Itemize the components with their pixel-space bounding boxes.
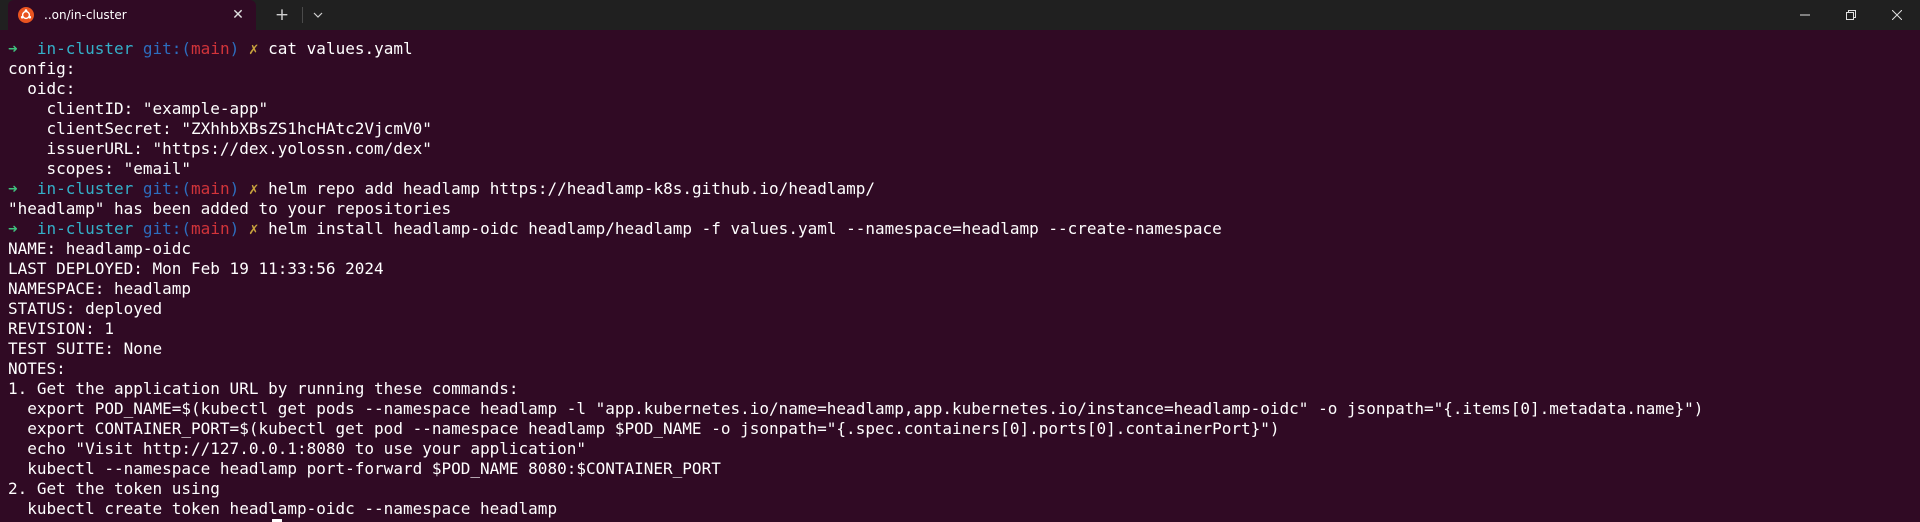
output-line: oidc: <box>8 79 76 98</box>
prompt-git-close: ) <box>229 219 240 238</box>
prompt-line: ➜ in-cluster git:(main) ✗ helm install h… <box>8 219 1920 239</box>
prompt-dir: in-cluster <box>36 219 134 238</box>
command-text: cat values.yaml <box>268 39 413 58</box>
output-line: export CONTAINER_PORT=$(kubectl get pod … <box>8 419 1280 438</box>
output-line: export POD_NAME=$(kubectl get pods --nam… <box>8 399 1704 418</box>
output-line: NAMESPACE: headlamp <box>8 279 192 298</box>
output-line: REVISION: 1 <box>8 319 114 338</box>
output-line: config: <box>8 59 76 78</box>
prompt-branch: main <box>191 39 230 58</box>
prompt-arrow: ➜ <box>8 219 18 238</box>
output-line: clientSecret: "ZXhhbXBsZS1hcHAtc2VjcmV0" <box>8 119 432 138</box>
chevron-down-icon[interactable] <box>303 0 333 30</box>
minimize-icon[interactable] <box>1782 0 1828 30</box>
terminal-tab[interactable]: ..on/in-cluster ✕ <box>8 0 256 30</box>
prompt-dir: in-cluster <box>36 39 134 58</box>
prompt-dirty: ✗ <box>248 179 259 198</box>
prompt-line: ➜ in-cluster git:(main) ✗ cat values.yam… <box>8 39 1920 59</box>
output-line: issuerURL: "https://dex.yolossn.com/dex" <box>8 139 432 158</box>
close-icon[interactable] <box>1874 0 1920 30</box>
command-text: helm install headlamp-oidc headlamp/head… <box>268 219 1222 238</box>
output-line: "headlamp" has been added to your reposi… <box>8 199 452 218</box>
output-line: kubectl --namespace headlamp port-forwar… <box>8 459 721 478</box>
output-line: echo "Visit http://127.0.0.1:8080 to use… <box>8 439 586 458</box>
tab-title: ..on/in-cluster <box>44 8 127 22</box>
output-line: TEST SUITE: None <box>8 339 163 358</box>
output-line: NOTES: <box>8 359 66 378</box>
prompt-git: git:( <box>142 179 192 198</box>
command-text: helm repo add headlamp https://headlamp-… <box>268 179 876 198</box>
prompt-git-close: ) <box>229 179 240 198</box>
prompt-arrow: ➜ <box>8 179 18 198</box>
new-tab-button[interactable]: + <box>262 0 302 30</box>
prompt-git: git:( <box>142 219 192 238</box>
window-controls <box>1782 0 1920 30</box>
close-tab-icon[interactable]: ✕ <box>230 7 246 23</box>
output-line: LAST DEPLOYED: Mon Feb 19 11:33:56 2024 <box>8 259 384 278</box>
prompt-dirty: ✗ <box>248 219 259 238</box>
output-line: clientID: "example-app" <box>8 99 269 118</box>
prompt-branch: main <box>191 179 230 198</box>
output-line: 2. Get the token using <box>8 479 220 498</box>
prompt-dirty: ✗ <box>248 39 259 58</box>
output-line: STATUS: deployed <box>8 299 163 318</box>
prompt-line: ➜ in-cluster git:(main) ✗ helm repo add … <box>8 179 1920 199</box>
output-line: scopes: "email" <box>8 159 192 178</box>
prompt-arrow: ➜ <box>8 39 18 58</box>
output-line: kubectl create token headlamp-oidc --nam… <box>8 499 558 518</box>
maximize-icon[interactable] <box>1828 0 1874 30</box>
output-line: 1. Get the application URL by running th… <box>8 379 519 398</box>
terminal-output[interactable]: ➜ in-cluster git:(main) ✗ cat values.yam… <box>8 39 1920 522</box>
prompt-dir: in-cluster <box>36 179 134 198</box>
output-line: NAME: headlamp-oidc <box>8 239 192 258</box>
ubuntu-icon <box>18 7 34 23</box>
title-bar: ..on/in-cluster ✕ + <box>0 0 1920 30</box>
prompt-git: git:( <box>142 39 192 58</box>
prompt-branch: main <box>191 219 230 238</box>
prompt-git-close: ) <box>229 39 240 58</box>
